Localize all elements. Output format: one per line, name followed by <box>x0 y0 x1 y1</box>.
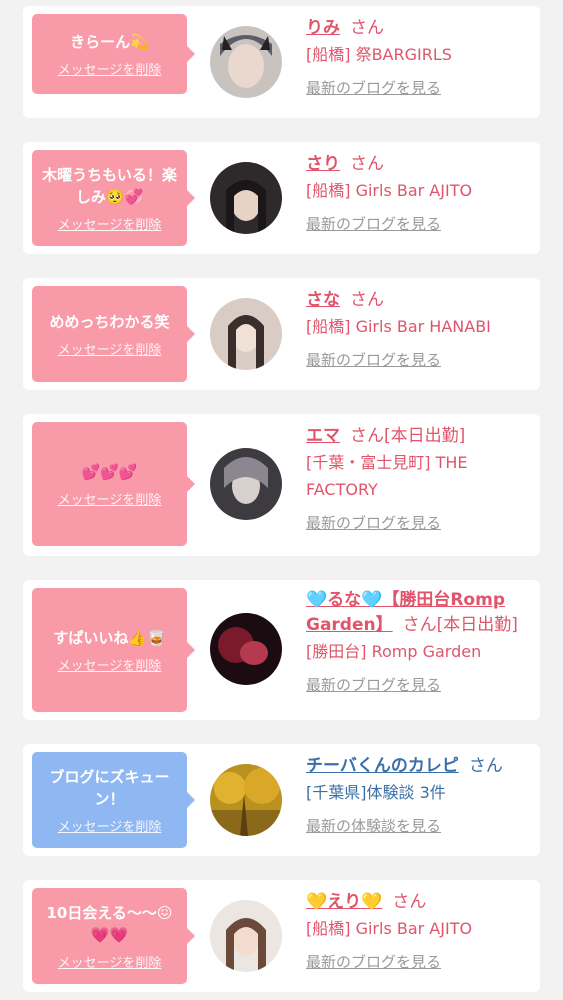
delete-message-link[interactable]: メッセージを削除 <box>58 816 162 835</box>
message-bubble: ブログにズキューン！ メッセージを削除 <box>32 752 195 848</box>
delete-message-link[interactable]: メッセージを削除 <box>58 214 162 233</box>
name-line: エマ さん[本日出勤] <box>306 424 534 449</box>
delete-message-link[interactable]: メッセージを削除 <box>58 339 162 358</box>
user-name-link[interactable]: チーバくんのカレピ <box>306 756 459 776</box>
avatar[interactable] <box>210 900 282 972</box>
honorific: さん <box>350 154 384 174</box>
name-line: 🩵るな🩵【勝田台Romp Garden】 さん[本日出勤] <box>306 588 534 638</box>
store-label: [千葉・富士見町] THE FACTORY <box>306 453 468 499</box>
message-bubble: めめっちわかる笑 メッセージを削除 <box>32 286 195 382</box>
honorific: さん <box>350 290 384 310</box>
latest-blog-link[interactable]: 最新のブログを見る <box>306 213 534 234</box>
message-text: 💕💕💕 <box>81 462 138 481</box>
latest-blog-link[interactable]: 最新のブログを見る <box>306 349 534 370</box>
message-card: 木曜うちもいる！楽しみ🥺💞 メッセージを削除 さり さん [船橋] Girls B… <box>23 142 540 254</box>
avatar[interactable] <box>210 298 282 370</box>
latest-review-link[interactable]: 最新の体験談を見る <box>306 815 534 836</box>
message-bubble: きらーん💫 メッセージを削除 <box>32 14 195 94</box>
message-card: 💕💕💕 メッセージを削除 エマ さん[本日出勤] [千葉・富士見町] THE FA… <box>23 414 540 556</box>
message-text: すぱいいね👍🥃 <box>53 628 166 647</box>
store-label: [船橋] 祭BARGIRLS <box>306 45 452 64</box>
latest-blog-link[interactable]: 最新のブログを見る <box>306 77 534 98</box>
review-count-label: [千葉県]体験談 3件 <box>306 783 446 802</box>
message-text: 10日会える〜〜😖💗💗 <box>46 903 173 944</box>
honorific: さん <box>392 892 427 912</box>
message-bubble: すぱいいね👍🥃 メッセージを削除 <box>32 588 195 712</box>
store-label: [勝田台] Romp Garden <box>306 642 482 661</box>
store-label: [船橋] Girls Bar AJITO <box>306 919 473 938</box>
message-card: めめっちわかる笑 メッセージを削除 さな さん [船橋] Girls Bar HA… <box>23 278 540 390</box>
latest-blog-link[interactable]: 最新のブログを見る <box>306 674 534 695</box>
girl-name-link[interactable]: エマ <box>306 426 340 446</box>
name-line: 💛えり💛 さん <box>306 890 534 915</box>
on-duty-status: [本日出勤] <box>384 426 466 446</box>
delete-message-link[interactable]: メッセージを削除 <box>58 952 162 971</box>
honorific: さん <box>468 756 503 776</box>
latest-blog-link[interactable]: 最新のブログを見る <box>306 512 534 533</box>
girl-name-link[interactable]: さな <box>306 290 340 310</box>
message-card: 10日会える〜〜😖💗💗 メッセージを削除 💛えり💛 さん [船橋] Girls B… <box>23 880 540 992</box>
girl-name-link[interactable]: 💛えり💛 <box>306 892 382 912</box>
message-bubble: 10日会える〜〜😖💗💗 メッセージを削除 <box>32 888 195 984</box>
message-text: ブログにズキューン！ <box>49 767 170 808</box>
message-text: きらーん💫 <box>70 32 149 51</box>
message-bubble: 木曜うちもいる！楽しみ🥺💞 メッセージを削除 <box>32 150 195 246</box>
avatar[interactable] <box>210 162 282 234</box>
avatar[interactable] <box>210 613 282 685</box>
message-card: きらーん💫 メッセージを削除 りみ さん [船橋] 祭BARGIRLS 最新のブロ… <box>23 6 540 118</box>
delete-message-link[interactable]: メッセージを削除 <box>58 489 162 508</box>
delete-message-link[interactable]: メッセージを削除 <box>58 655 162 674</box>
name-line: チーバくんのカレピ さん <box>306 754 534 779</box>
avatar[interactable] <box>210 764 282 836</box>
latest-blog-link[interactable]: 最新のブログを見る <box>306 951 534 972</box>
name-line: さな さん <box>306 288 534 313</box>
name-line: さり さん <box>306 152 534 177</box>
message-card: すぱいいね👍🥃 メッセージを削除 🩵るな🩵【勝田台Romp Garden】 さん[… <box>23 580 540 720</box>
avatar[interactable] <box>210 448 282 520</box>
store-label: [船橋] Girls Bar HANABI <box>306 317 491 336</box>
delete-message-link[interactable]: メッセージを削除 <box>58 59 162 78</box>
store-label: [船橋] Girls Bar AJITO <box>306 181 473 200</box>
message-card: ブログにズキューン！ メッセージを削除 チーバくんのカレピ さん [千葉県]体験談… <box>23 744 540 856</box>
message-text: 木曜うちもいる！楽しみ🥺💞 <box>42 165 177 206</box>
girl-name-link[interactable]: りみ <box>306 18 340 38</box>
name-line: りみ さん <box>306 16 534 41</box>
girl-name-link[interactable]: さり <box>306 154 340 174</box>
message-bubble: 💕💕💕 メッセージを削除 <box>32 422 195 546</box>
avatar[interactable] <box>210 26 282 98</box>
message-list: きらーん💫 メッセージを削除 りみ さん [船橋] 祭BARGIRLS 最新のブロ… <box>0 0 563 1000</box>
honorific: さん <box>350 18 384 38</box>
message-text: めめっちわかる笑 <box>49 312 170 331</box>
honorific: さん <box>350 426 384 446</box>
on-duty-status: [本日出勤] <box>436 615 518 635</box>
honorific: さん <box>402 615 437 635</box>
